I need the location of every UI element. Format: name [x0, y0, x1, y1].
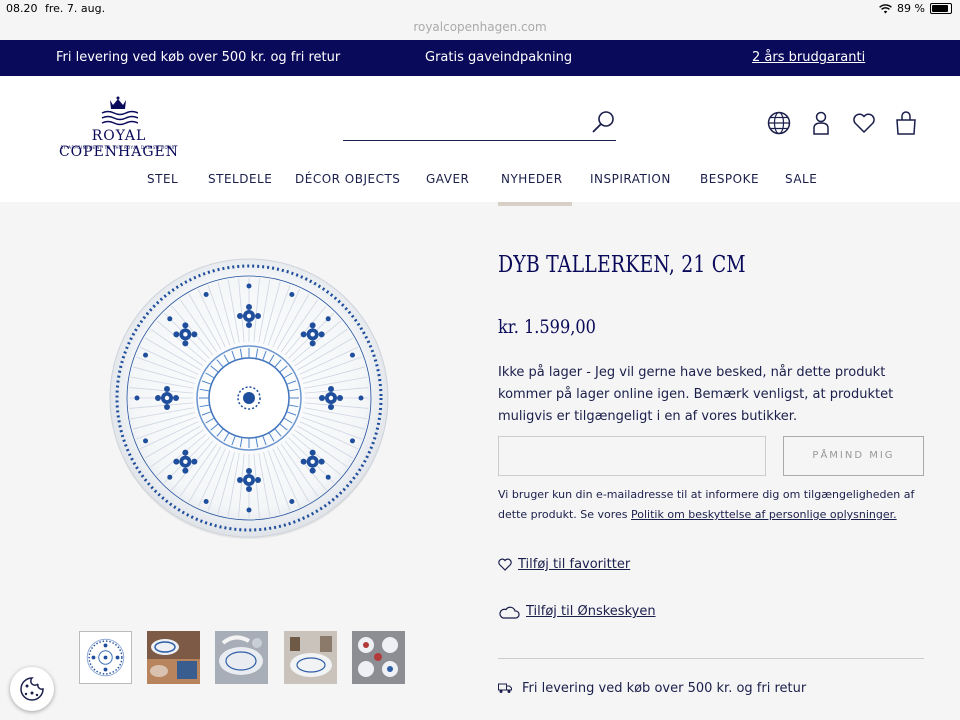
status-bar: 08.20 fre. 7. aug. royalcopenhagen.com 8…: [0, 0, 960, 40]
add-to-favorites-link[interactable]: Tilføj til favoritter: [498, 557, 630, 572]
wifi-icon: [879, 3, 892, 13]
promo-bar: Fri levering ved køb over 500 kr. og fri…: [0, 40, 960, 76]
url-bar[interactable]: royalcopenhagen.com: [0, 20, 960, 34]
stock-message: Ikke på lager - Jeg vil gerne have beske…: [498, 365, 894, 424]
plate-rim-dot: [358, 395, 364, 401]
status-time: 08.20: [6, 2, 38, 15]
main-nav: STEL STELDELE DÉCOR OBJECTS GAVER NYHEDE…: [0, 172, 960, 202]
cookie-settings-button[interactable]: [10, 667, 54, 711]
nav-item-inspiration[interactable]: INSPIRATION: [590, 172, 671, 186]
nav-active-indicator: [498, 202, 572, 206]
delivery-info: Fri levering ved køb over 500 kr. og fri…: [498, 681, 806, 696]
heart-icon: [498, 558, 512, 571]
search-field[interactable]: [343, 106, 616, 141]
nav-item-nyheder[interactable]: NYHEDER: [501, 172, 563, 186]
plate-rim-dot: [167, 474, 173, 480]
product-title: DYB TALLERKEN, 21 CM: [498, 252, 746, 278]
privacy-policy-link[interactable]: Politik om beskyttelse af personlige opl…: [631, 508, 897, 521]
globe-icon[interactable]: [766, 110, 792, 136]
plate-rim-dot: [143, 438, 149, 444]
cookie-icon: [20, 677, 44, 701]
add-to-wishcloud-link[interactable]: Tilføj til Ønskeskyen: [498, 604, 656, 619]
plate-rim-dot: [289, 498, 295, 504]
plate-rim-dot: [203, 292, 209, 298]
section-divider: [498, 658, 924, 659]
account-icon[interactable]: [808, 110, 834, 136]
thumbnail-2[interactable]: [147, 631, 200, 684]
search-icon[interactable]: [590, 110, 616, 136]
plate-rim-dot: [167, 316, 173, 322]
promo-bridal-guarantee-link[interactable]: 2 års brudgaranti: [752, 50, 865, 65]
status-right: 89 %: [879, 2, 952, 15]
nav-item-stel[interactable]: STEL: [147, 172, 178, 186]
plate-rim-dot: [289, 292, 295, 298]
thumbnail-1[interactable]: [79, 631, 132, 684]
nav-item-steldele[interactable]: STELDELE: [208, 172, 272, 186]
plate-rim-dot: [325, 316, 331, 322]
nav-item-gaver[interactable]: GAVER: [426, 172, 469, 186]
thumbnail-4[interactable]: [284, 631, 337, 684]
bag-icon[interactable]: [893, 110, 919, 136]
thumbnail-5[interactable]: [352, 631, 405, 684]
plate-rim-dot: [143, 352, 149, 358]
plate-rim-dot: [349, 352, 355, 358]
brand-name: ROYAL COPENHAGEN: [58, 128, 180, 160]
product-image-plate[interactable]: [108, 257, 390, 539]
plate-rim-dot: [246, 283, 252, 289]
plate-rim-dot: [325, 474, 331, 480]
plate-rim-dot: [134, 395, 140, 401]
plate-rim-dot: [246, 507, 252, 513]
privacy-note: Vi bruger kun din e-mailadresse til at i…: [498, 485, 928, 525]
add-to-wishcloud-label: Tilføj til Ønskeskyen: [526, 604, 656, 619]
add-to-favorites-label: Tilføj til favoritter: [518, 557, 631, 572]
truck-icon: [498, 683, 512, 693]
brand-logo[interactable]: ROYAL COPENHAGEN BY APPOINTMENT TO THE R…: [34, 96, 204, 160]
nav-item-decor-objects[interactable]: DÉCOR OBJECTS: [295, 172, 400, 186]
delivery-text: Fri levering ved køb over 500 kr. og fri…: [522, 681, 807, 696]
battery-fill: [932, 5, 949, 12]
promo-free-delivery: Fri levering ved køb over 500 kr. og fri…: [56, 50, 341, 65]
crown-waves-icon: [101, 96, 138, 126]
site-header: ROYAL COPENHAGEN BY APPOINTMENT TO THE R…: [0, 76, 960, 202]
email-field[interactable]: [498, 436, 766, 476]
cloud-icon: [499, 606, 520, 619]
battery-icon: [930, 3, 952, 14]
plate-rim-dot: [349, 438, 355, 444]
remind-me-button[interactable]: PÅMIND MIG: [783, 436, 924, 476]
nav-item-bespoke[interactable]: BESPOKE: [700, 172, 759, 186]
brand-tagline: BY APPOINTMENT TO THE ROYAL DANISH COURT: [60, 145, 178, 150]
plate-rim-dot: [203, 498, 209, 504]
status-date: fre. 7. aug.: [45, 2, 106, 15]
promo-gift-wrap: Gratis gaveindpakning: [425, 50, 573, 65]
nav-item-sale[interactable]: SALE: [785, 172, 817, 186]
heart-icon[interactable]: [851, 110, 877, 136]
thumbnail-3[interactable]: [215, 631, 268, 684]
search-input[interactable]: [343, 106, 587, 140]
product-price: kr. 1.599,00: [498, 316, 596, 338]
battery-percent: 89 %: [897, 2, 925, 15]
